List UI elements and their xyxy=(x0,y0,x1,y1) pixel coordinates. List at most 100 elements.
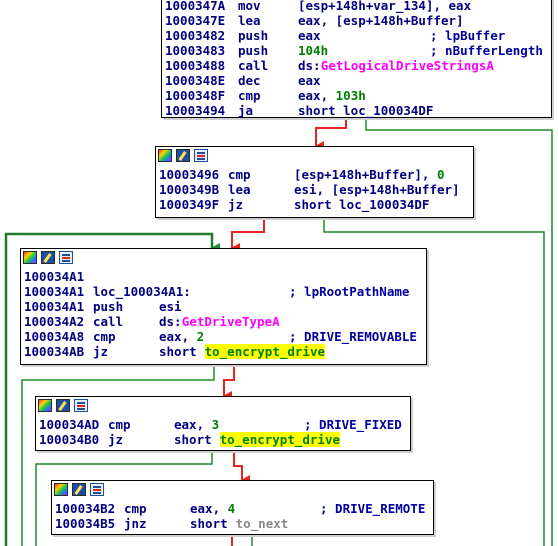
graph-overview-icon[interactable] xyxy=(90,483,104,496)
edit-icon[interactable] xyxy=(72,483,86,496)
color-palette-icon[interactable] xyxy=(23,251,37,264)
block-header xyxy=(21,249,426,269)
asm-line[interactable]: 1000347E lea eax, [esp+148h+Buffer] xyxy=(162,13,551,28)
operands: eax, [esp+148h+Buffer] xyxy=(298,13,464,28)
mnemonic: cmp xyxy=(238,88,261,103)
edit-icon[interactable] xyxy=(41,251,55,264)
mnemonic: jz xyxy=(228,197,244,212)
mnemonic: push xyxy=(93,299,124,314)
mnemonic: ja xyxy=(238,103,254,118)
block-lines: 100034B2 cmp eax, 4 ; DRIVE_REMOTE 100034B5 j… xyxy=(52,501,433,531)
mnemonic: lea xyxy=(228,182,251,197)
block-lines: 100034A1 100034A1 loc_100034A1:; lpRootPat… xyxy=(21,269,426,359)
operands: short xyxy=(190,516,228,531)
mnemonic: jnz xyxy=(124,516,147,531)
address: 1000348E xyxy=(165,73,226,88)
block-lines: 10003496 cmp [esp+148h+Buffer], 0 1000349B l… xyxy=(156,167,473,212)
operands: short xyxy=(159,344,197,359)
operands: [esp+148h+var_134], eax xyxy=(298,0,472,13)
graph-overview-icon[interactable] xyxy=(194,149,208,162)
graph-overview-icon[interactable] xyxy=(59,251,73,264)
asm-line[interactable]: 1000349B lea esi, [esp+148h+Buffer] xyxy=(156,182,473,197)
mnemonic: cmp xyxy=(228,167,251,182)
address: 100034A1 xyxy=(24,284,85,299)
address: 100034AD xyxy=(39,417,100,432)
jump-target-label[interactable]: to_next xyxy=(236,516,289,531)
asm-line[interactable]: 100034A1 loc_100034A1: ; lpRootPathName xyxy=(21,284,426,299)
mnemonic: push xyxy=(238,43,269,58)
edit-icon[interactable] xyxy=(176,149,190,162)
asm-line[interactable]: 100034B5 jnz short to_next xyxy=(52,516,433,531)
operands: ds: xyxy=(159,314,182,329)
address: 100034A8 xyxy=(24,329,85,344)
block-lines: 100034AD cmp eax, 3 ; DRIVE_FIXED 100034B0 jz… xyxy=(36,417,410,447)
operands: [esp+148h+Buffer], 0 xyxy=(294,167,445,182)
operands: eax, 3 xyxy=(174,417,220,432)
mnemonic: call xyxy=(93,314,124,329)
mnemonic: jz xyxy=(93,344,109,359)
color-palette-icon[interactable] xyxy=(158,149,172,162)
asm-line[interactable]: 10003496 cmp [esp+148h+Buffer], 0 xyxy=(156,167,473,182)
asm-line[interactable]: 10003488 call ds: GetLogicalDriveStringsA xyxy=(162,58,551,73)
code-block-buffer-check[interactable]: 10003496 cmp [esp+148h+Buffer], 0 1000349B l… xyxy=(155,146,474,218)
mnemonic: cmp xyxy=(124,501,147,516)
mnemonic: cmp xyxy=(93,329,116,344)
color-palette-icon[interactable] xyxy=(38,399,52,412)
block-header xyxy=(36,397,410,417)
jump-target-label[interactable]: to_encrypt_drive xyxy=(204,344,326,359)
code-label: loc_100034A1: xyxy=(93,284,191,299)
block-header xyxy=(52,481,433,501)
edit-icon[interactable] xyxy=(56,399,70,412)
graph-overview-icon[interactable] xyxy=(74,399,88,412)
address: 100034A2 xyxy=(24,314,85,329)
mnemonic: mov xyxy=(238,0,261,13)
asm-line[interactable]: 100034A8 cmp eax, 2 ; DRIVE_REMOVABLE xyxy=(21,329,426,344)
comment: ; DRIVE_REMOTE xyxy=(320,501,426,516)
address: 10003494 xyxy=(165,103,226,118)
address: 100034A1 xyxy=(24,269,85,284)
operands: short loc_100034DF xyxy=(294,197,430,212)
asm-line[interactable]: 10003483 push 104h ; nBufferLength xyxy=(162,43,551,58)
operands: eax xyxy=(298,28,321,43)
operands: short loc_100034DF xyxy=(298,103,434,118)
asm-line[interactable]: 10003482 push eax ; lpBuffer xyxy=(162,28,551,43)
edge-b3-b4 xyxy=(223,364,235,401)
code-block-get-drive-type[interactable]: 100034A1 100034A1 loc_100034A1:; lpRootPat… xyxy=(20,248,427,365)
operands: 104h xyxy=(298,43,329,58)
code-block-get-logical-drives[interactable]: 1000347A mov [esp+148h+var_134], eax 100034… xyxy=(161,0,552,118)
address: 1000349F xyxy=(159,197,220,212)
asm-line[interactable]: 1000349F jz short loc_100034DF xyxy=(156,197,473,212)
comment: ; DRIVE_REMOVABLE xyxy=(289,329,417,344)
asm-line[interactable]: 1000347A mov [esp+148h+var_134], eax xyxy=(162,0,551,13)
address: 10003482 xyxy=(165,28,226,43)
asm-line[interactable]: 1000348F cmp eax, 103h xyxy=(162,88,551,103)
api-call: GetDriveTypeA xyxy=(181,314,280,329)
edge-b2-b3 xyxy=(231,217,265,253)
operands: esi xyxy=(159,299,182,314)
asm-line[interactable]: 100034AD cmp eax, 3 ; DRIVE_FIXED xyxy=(36,417,410,432)
asm-line[interactable]: 100034AB jz short to_encrypt_drive xyxy=(21,344,426,359)
address: 1000349B xyxy=(159,182,220,197)
operands: eax, 4 xyxy=(190,501,236,516)
asm-line[interactable]: 100034A1 xyxy=(21,269,426,284)
mnemonic: push xyxy=(238,28,269,43)
color-palette-icon[interactable] xyxy=(54,483,68,496)
edge-b1-b2 xyxy=(315,117,347,151)
code-block-drive-fixed[interactable]: 100034AD cmp eax, 3 ; DRIVE_FIXED 100034B0 jz… xyxy=(35,396,411,451)
mnemonic: call xyxy=(238,58,269,73)
asm-line[interactable]: 100034B0 jz short to_encrypt_drive xyxy=(36,432,410,447)
asm-line[interactable]: 10003494 ja short loc_100034DF xyxy=(162,103,551,118)
mnemonic: lea xyxy=(238,13,261,28)
jump-target-label[interactable]: to_encrypt_drive xyxy=(219,432,341,447)
mnemonic: jz xyxy=(108,432,124,447)
address: 100034B0 xyxy=(39,432,100,447)
asm-line[interactable]: 1000348E dec eax xyxy=(162,73,551,88)
asm-line[interactable]: 100034A1 push esi xyxy=(21,299,426,314)
address: 100034AB xyxy=(24,344,85,359)
asm-line[interactable]: 100034B2 cmp eax, 4 ; DRIVE_REMOTE xyxy=(52,501,433,516)
comment: ; lpBuffer xyxy=(430,28,506,43)
address: 10003488 xyxy=(165,58,226,73)
code-block-drive-remote[interactable]: 100034B2 cmp eax, 4 ; DRIVE_REMOTE 100034B5 j… xyxy=(51,480,434,535)
operands: ds: xyxy=(298,58,321,73)
asm-line[interactable]: 100034A2 call ds: GetDriveTypeA xyxy=(21,314,426,329)
